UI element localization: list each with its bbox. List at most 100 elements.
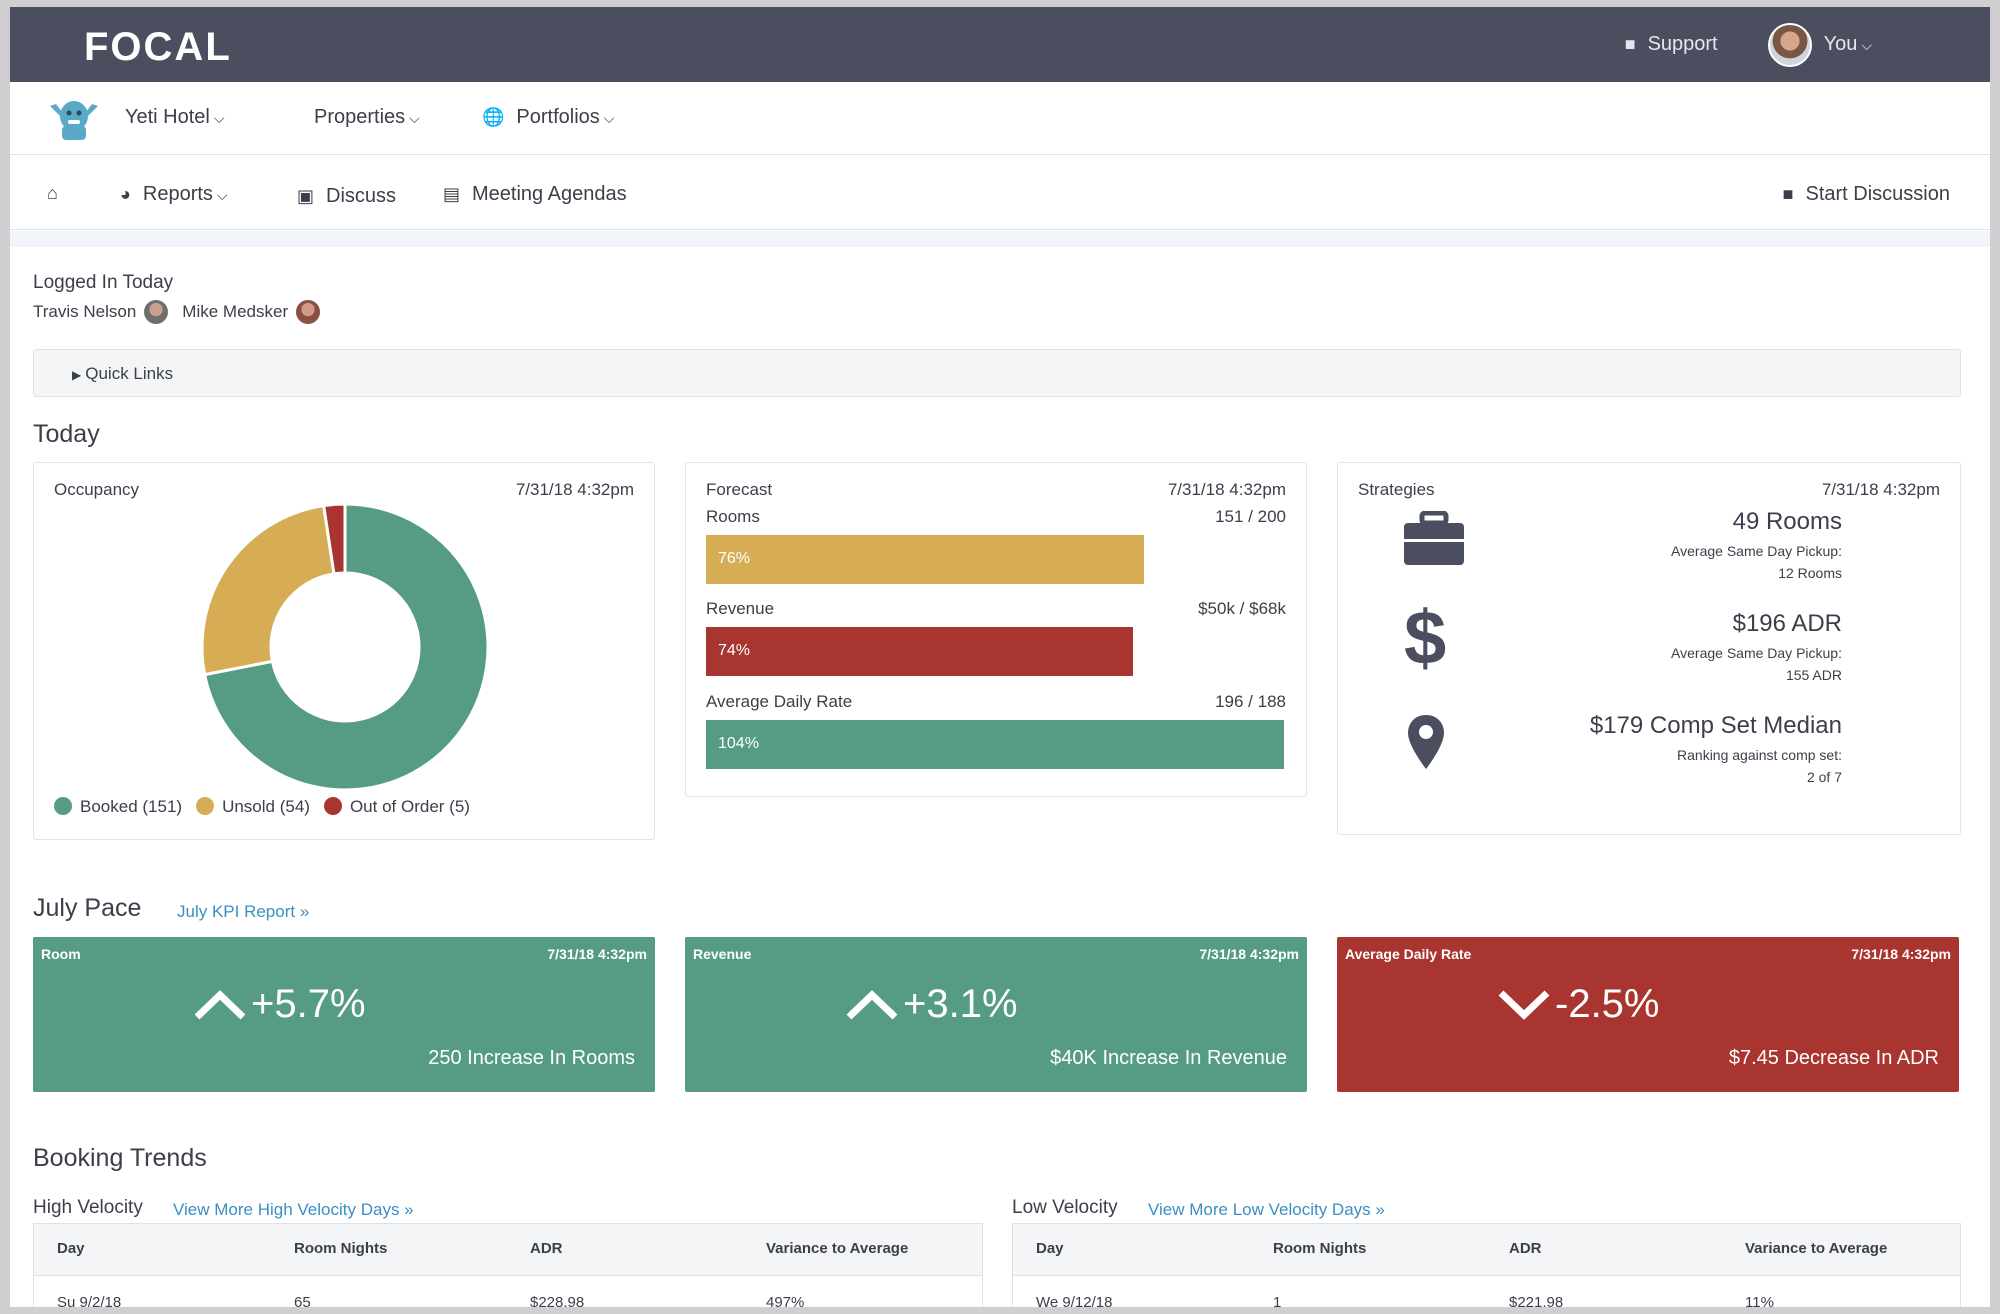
portfolios-label: Portfolios (516, 106, 614, 129)
pace-card-revenue: Revenue 7/31/18 4:32pm +3.1% $40K Increa… (685, 937, 1307, 1092)
table-cell: 497% (766, 1294, 805, 1307)
reports-menu[interactable]: ◕ Reports (120, 183, 228, 206)
start-discussion-label: Start Discussion (1805, 183, 1951, 205)
globe-icon: 🌐 (482, 107, 505, 127)
avatar (296, 300, 321, 324)
forecast-rooms-bar: 76% (706, 535, 1144, 584)
pace-card-timestamp: 7/31/18 4:32pm (1199, 946, 1299, 962)
card-timestamp: 7/31/18 4:32pm (1821, 480, 1940, 499)
strategy-rooms-value: 49 Rooms (1732, 508, 1842, 535)
table-cell: $228.98 (530, 1294, 585, 1307)
low-velocity-link[interactable]: View More Low Velocity Days » (1148, 1200, 1385, 1220)
low-velocity-label: Low Velocity (1012, 1197, 1118, 1218)
forecast-revenue-label: Revenue (706, 599, 775, 618)
high-velocity-table: Day Room Nights ADR Variance to Average … (33, 1223, 983, 1307)
pace-card-title: Average Daily Rate (1345, 946, 1472, 962)
pace-card-description: $40K Increase In Revenue (1050, 1047, 1287, 1069)
column-header[interactable]: Day (57, 1240, 85, 1257)
chart-legend: Booked (151) Unsold (54) Out of Order (5… (54, 797, 470, 817)
hotel-selector[interactable]: Yeti Hotel (125, 106, 225, 129)
column-header[interactable]: ADR (530, 1240, 563, 1257)
strategies-card: Strategies 7/31/18 4:32pm 49 Rooms Avera… (1337, 462, 1961, 835)
today-heading: Today (33, 420, 100, 448)
list-icon: ▤ (443, 184, 461, 204)
strategy-comp-set-sub: Ranking against comp set: 2 of 7 (1677, 747, 1842, 785)
yeti-mascot-icon (50, 101, 98, 140)
card-title: Strategies (1358, 480, 1435, 499)
logged-in-users: Travis Nelson Mike Medsker (33, 300, 321, 324)
booking-trends-heading: Booking Trends (33, 1144, 207, 1172)
forecast-rooms-value: 151 / 200 (1215, 507, 1286, 526)
home-link[interactable]: ⌂ (47, 183, 58, 204)
strategy-adr-value: $196 ADR (1732, 610, 1842, 637)
column-header[interactable]: ADR (1509, 1240, 1542, 1257)
avatar (1767, 22, 1812, 67)
forecast-revenue-value: $50k / $68k (1198, 599, 1286, 618)
low-velocity-table: Day Room Nights ADR Variance to Average … (1012, 1223, 1961, 1307)
pie-chart-icon: ◕ (120, 184, 131, 204)
app-window: FOCAL ■ Support You Yeti Hotel Propertie… (10, 7, 1990, 1307)
chat-icon: ▣ (297, 186, 315, 206)
forecast-adr-label: Average Daily Rate (706, 692, 853, 711)
strategy-rooms-sub: Average Same Day Pickup: 12 Rooms (1671, 543, 1842, 581)
table-cell: Su 9/2/18 (57, 1294, 122, 1307)
table-cell: $221.98 (1509, 1294, 1564, 1307)
column-header[interactable]: Day (1036, 1240, 1064, 1257)
forecast-card: Forecast 7/31/18 4:32pm Rooms 151 / 200 … (685, 462, 1307, 797)
divider-strip (10, 231, 1990, 247)
pace-card-description: $7.45 Decrease In ADR (1728, 1047, 1939, 1069)
card-timestamp: 7/31/18 4:32pm (515, 480, 634, 499)
discuss-label: Discuss (326, 185, 397, 207)
avatar (144, 300, 169, 324)
july-kpi-report-link[interactable]: July KPI Report » (177, 902, 309, 922)
meeting-agendas-link[interactable]: ▤ Meeting Agendas (443, 183, 627, 206)
pace-card-room: Room 7/31/18 4:32pm +5.7% 250 Increase I… (33, 937, 655, 1092)
column-header[interactable]: Room Nights (1273, 1240, 1366, 1257)
pace-card-adr: Average Daily Rate 7/31/18 4:32pm -2.5% … (1337, 937, 1959, 1092)
card-timestamp: 7/31/18 4:32pm (1167, 480, 1286, 499)
legend-item-unsold: Unsold (54) (196, 797, 310, 817)
strategy-adr-sub: Average Same Day Pickup: 155 ADR (1671, 645, 1842, 683)
legend-dot (196, 797, 215, 815)
column-header[interactable]: Room Nights (294, 1240, 387, 1257)
quick-links-toggle[interactable]: ▶ Quick Links (33, 349, 1961, 397)
user-menu[interactable]: You (1767, 22, 1872, 67)
pace-card-timestamp: 7/31/18 4:32pm (547, 946, 647, 962)
table-cell: 1 (1273, 1294, 1282, 1307)
occupancy-donut-chart (200, 502, 490, 792)
forecast-adr-bar: 104% (706, 720, 1284, 769)
pace-card-description: 250 Increase In Rooms (428, 1047, 635, 1069)
properties-menu[interactable]: Properties (314, 106, 420, 129)
table-header: Day Room Nights ADR Variance to Average (34, 1224, 982, 1276)
column-header[interactable]: Variance to Average (1745, 1240, 1887, 1257)
discuss-link[interactable]: ▣ Discuss (297, 185, 396, 208)
donut-slice-unsold (200, 503, 336, 677)
home-icon: ⌂ (47, 183, 58, 203)
reports-label: Reports (143, 183, 228, 206)
start-discussion-button[interactable]: ■ Start Discussion (1783, 183, 1950, 206)
user-name: Mike Medsker (182, 302, 289, 321)
high-velocity-link[interactable]: View More High Velocity Days » (173, 1200, 414, 1220)
july-pace-heading: July Pace (33, 894, 142, 922)
column-header[interactable]: Variance to Average (766, 1240, 908, 1257)
pace-card-value: +3.1% (845, 982, 1018, 1027)
focal-logo[interactable]: FOCAL (84, 25, 232, 70)
briefcase-icon (1404, 511, 1464, 565)
legend-dot (54, 797, 72, 815)
chevron-down-icon (1498, 989, 1550, 1020)
support-link[interactable]: ■ Support (1625, 33, 1718, 56)
pace-card-timestamp: 7/31/18 4:32pm (1851, 946, 1951, 962)
portfolios-menu[interactable]: 🌐 Portfolios (482, 106, 614, 129)
card-title: Occupancy (54, 480, 140, 499)
property-bar: Yeti Hotel Properties 🌐 Portfolios (10, 82, 1990, 155)
user-name: Travis Nelson (33, 302, 137, 321)
user-label: You (1824, 33, 1872, 56)
quick-links-label: Quick Links (85, 364, 174, 383)
legend-item-out-of-order: Out of Order (5) (323, 797, 470, 817)
table-cell: We 9/12/18 (1036, 1294, 1113, 1307)
dollar-icon: $ (1404, 596, 1447, 681)
support-label: Support (1647, 33, 1718, 55)
strategy-comp-set-value: $179 Comp Set Median (1589, 712, 1842, 739)
caret-right-icon: ▶ (72, 368, 82, 382)
secondary-nav: ⌂ ◕ Reports ▣ Discuss ▤ Meeting Agendas … (10, 155, 1990, 230)
